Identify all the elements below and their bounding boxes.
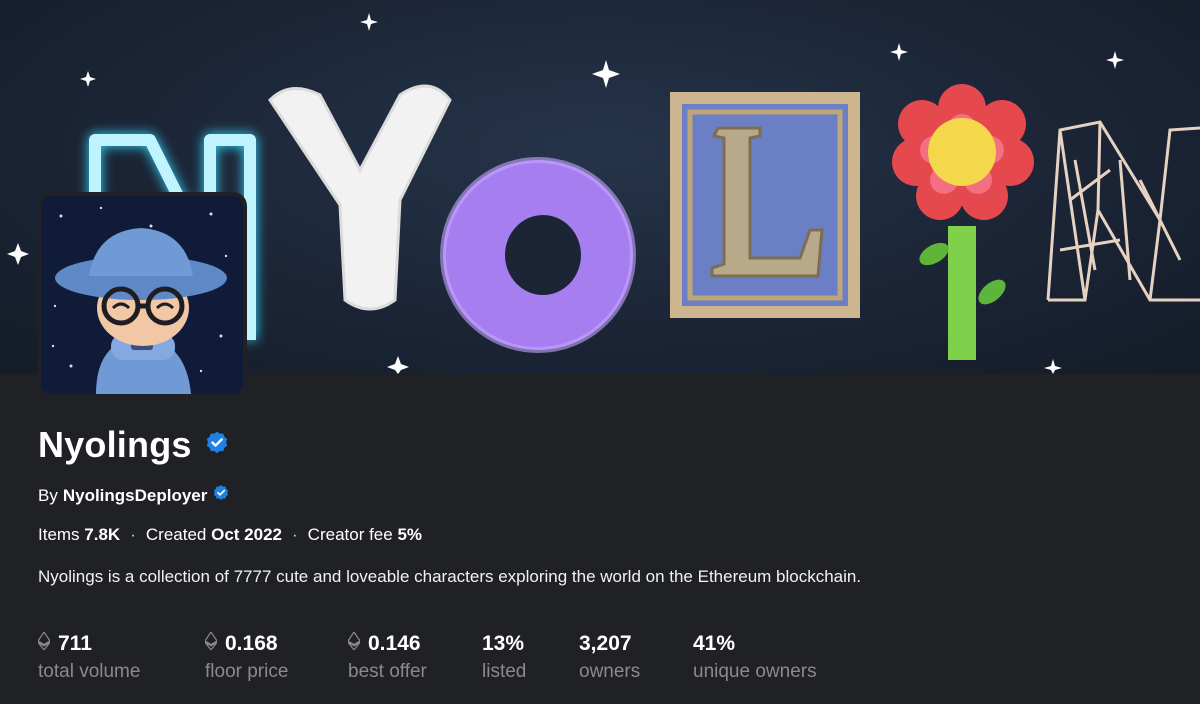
created-info: Created Oct 2022: [145, 525, 282, 544]
stat-total-volume[interactable]: 711 total volume: [37, 630, 205, 683]
stat-unique-owners[interactable]: 41% unique owners: [693, 631, 853, 683]
creator-prefix: By: [38, 485, 58, 505]
stat-value: 3,207: [579, 632, 632, 655]
stat-label: unique owners: [693, 661, 817, 682]
stat-value: 0.146: [368, 632, 421, 655]
verified-badge-icon: [204, 430, 230, 461]
creator-verified-icon: [212, 484, 230, 507]
collection-description: Nyolings is a collection of 7777 cute an…: [38, 567, 862, 586]
flower-letter-i: [892, 84, 1034, 360]
stat-best-offer[interactable]: 0.146 best offer: [347, 630, 482, 683]
creator-row: By NyolingsDeployer: [38, 484, 230, 507]
collection-title: Nyolings: [38, 424, 192, 465]
eth-icon: [37, 630, 51, 656]
eth-icon: [347, 630, 361, 656]
stat-value: 41%: [693, 632, 736, 655]
stat-owners[interactable]: 3,207 owners: [579, 631, 693, 683]
block-letter-l: [670, 92, 860, 318]
collection-title-row: Nyolings: [38, 424, 230, 466]
collection-meta-row: Items 7.8K · Created Oct 2022 · Creator …: [38, 525, 422, 545]
stat-floor-price[interactable]: 0.168 floor price: [204, 630, 348, 683]
creator-fee-info: Creator fee 5%: [307, 525, 423, 544]
stat-label: best offer: [348, 661, 427, 682]
eth-icon: [204, 630, 218, 656]
creator-link[interactable]: NyolingsDeployer: [63, 486, 208, 506]
stat-value: 0.168: [225, 632, 278, 655]
stat-value: 711: [58, 632, 92, 655]
stat-label: floor price: [205, 661, 289, 682]
clay-letter-o: [440, 157, 636, 353]
stat-label: total volume: [38, 661, 141, 682]
stat-value: 13%: [482, 632, 525, 655]
collection-stats: 711 total volume 0.168 floor price 0.146…: [37, 630, 853, 683]
avatar-image: [41, 196, 243, 394]
items-info: Items 7.8K: [38, 525, 121, 544]
stat-label: listed: [482, 661, 527, 682]
collection-avatar[interactable]: [37, 192, 247, 398]
wireframe-letter-n: [1046, 120, 1200, 302]
meta-separator: ·: [130, 525, 136, 544]
fluffy-letter-y: [268, 84, 452, 311]
stat-label: owners: [579, 661, 641, 682]
meta-separator: ·: [292, 525, 298, 544]
stat-listed[interactable]: 13% listed: [482, 631, 579, 683]
